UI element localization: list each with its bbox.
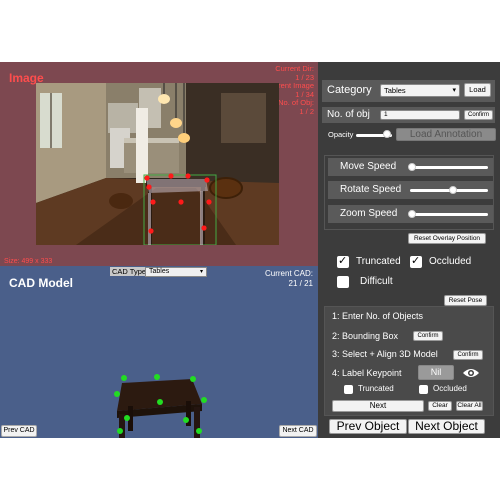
image-size-label: Size: 499 x 333 [4,258,53,265]
annotation-app: Image Current Dir: 1 / 23 Current Image … [0,62,500,438]
num-obj-input[interactable]: 1 [380,110,460,120]
category-label: Category [327,84,372,96]
rotate-speed-label: Rotate Speed [340,184,402,195]
image-panel: Image Current Dir: 1 / 23 Current Image … [0,62,318,266]
occluded-checkbox[interactable]: ✓ [410,255,422,268]
prev-object-button[interactable]: Prev Object [329,419,407,434]
opacity-label: Opacity [328,130,354,139]
zoom-speed-slider-handle[interactable] [407,210,416,218]
keypoint-truncated-checkbox[interactable] [344,385,353,394]
reset-pose-button[interactable]: Reset Pose [444,295,487,306]
keypoint-occluded-checkbox[interactable] [419,385,428,394]
truncated-label: Truncated [356,256,401,267]
num-obj-row: No. of obj 1 Confirm [322,107,495,123]
control-panel: Category Tables ▾ Load No. of obj 1 Conf… [318,62,500,438]
truncated-checkbox[interactable]: ✓ [337,255,349,268]
chevron-down-icon: ▾ [452,87,456,94]
rotate-speed-slider-handle[interactable] [448,186,457,194]
category-row: Category Tables ▾ Load [322,80,495,102]
move-speed-slider-handle[interactable] [407,163,416,171]
step-1-label: 1: Enter No. of Objects [332,311,424,321]
num-obj-confirm-button[interactable]: Confirm [464,110,493,120]
clear-all-button[interactable]: Clear All [456,401,483,411]
check-icon: ✓ [411,255,421,267]
align-model-confirm-button[interactable]: Confirm [453,350,483,360]
difficult-label: Difficult [360,276,393,287]
next-object-button[interactable]: Next Object [408,419,485,434]
keypoint-occluded-label: Occluded [433,384,467,393]
kitchen-scene [36,83,279,245]
keypoint-truncated-label: Truncated [358,384,394,393]
load-annotation-button[interactable]: Load Annotation [396,128,496,141]
rotate-speed-row: Rotate Speed [328,181,493,199]
prev-cad-button[interactable]: Prev CAD [1,425,37,437]
reset-overlay-position-button[interactable]: Reset Overlay Position [408,233,486,244]
bounding-box-confirm-button[interactable]: Confirm [413,331,443,341]
opacity-slider-handle[interactable] [382,130,391,138]
cad-model-viewport[interactable] [0,266,318,438]
move-speed-slider[interactable] [410,166,488,169]
category-dropdown[interactable]: Tables ▾ [380,84,460,97]
step-2-label: 2: Bounding Box [332,331,399,341]
move-speed-row: Move Speed [328,158,493,176]
next-cad-button[interactable]: Next CAD [279,425,317,437]
occluded-label: Occluded [429,256,472,267]
clear-button[interactable]: Clear [428,401,452,411]
next-keypoint-button[interactable]: Next [332,400,424,412]
annotation-photo[interactable] [36,83,279,245]
num-obj-label: No. of obj [327,109,370,120]
zoom-speed-label: Zoom Speed [340,208,398,219]
difficult-checkbox[interactable] [337,276,349,288]
move-speed-label: Move Speed [340,161,397,172]
step-3-label: 3: Select + Align 3D Model [332,349,438,359]
eye-icon[interactable] [462,366,480,378]
check-icon: ✓ [338,255,348,267]
zoom-speed-row: Zoom Speed [328,205,493,223]
keypoint-selector[interactable]: Nil [418,365,454,380]
category-value: Tables [384,86,406,95]
load-button[interactable]: Load [464,83,491,97]
step-4-label: 4: Label Keypoint [332,368,402,378]
flags-group: ✓ Truncated ✓ Occluded Difficult [326,251,494,293]
zoom-speed-slider[interactable] [410,213,488,216]
cad-panel: CAD Model CAD Type Tables ▾ Current CAD:… [0,266,318,438]
